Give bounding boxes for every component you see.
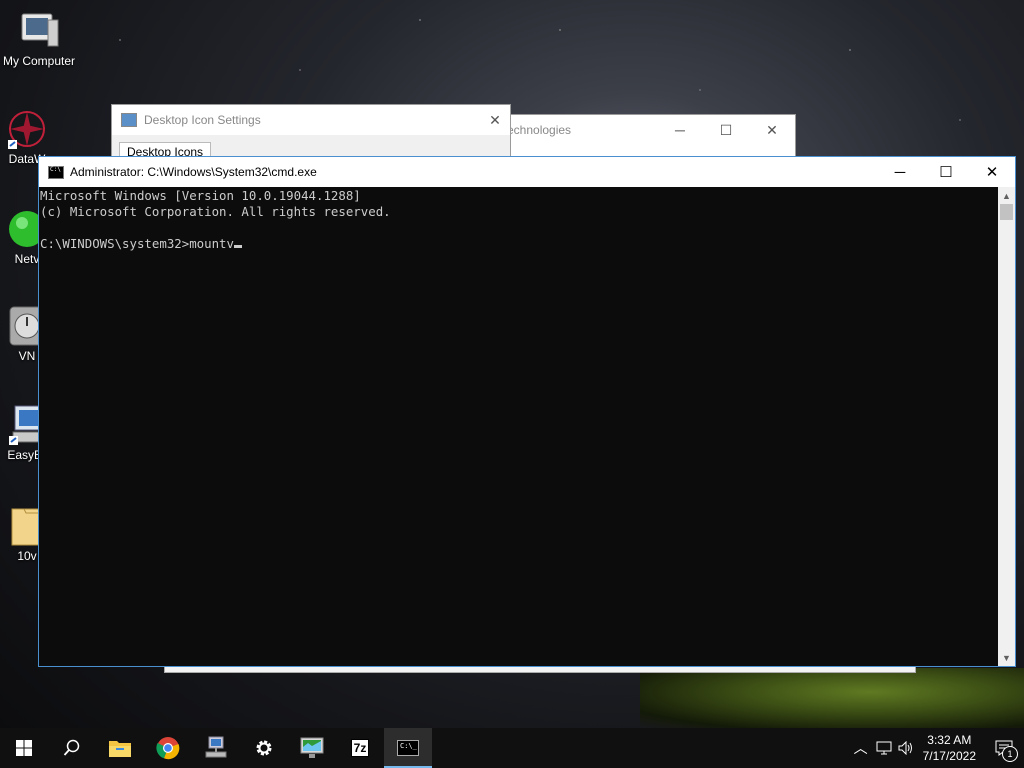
settings-button[interactable]: [240, 728, 288, 768]
background-window-edge: [164, 666, 916, 673]
my-computer-icon: [18, 10, 60, 52]
remote-desktop-button[interactable]: [288, 728, 336, 768]
cmd-icon: [48, 165, 64, 179]
maximize-button[interactable]: ☐: [703, 115, 749, 145]
7zip-button[interactable]: 7z: [336, 728, 384, 768]
console-prompt-line: C:\WINDOWS\system32>mountv: [40, 236, 998, 252]
cmd-window[interactable]: Administrator: C:\Windows\System32\cmd.e…: [38, 156, 1016, 667]
7zip-icon: 7z: [350, 739, 370, 757]
cmd-button[interactable]: C:\_: [384, 728, 432, 768]
close-button[interactable]: ✕: [480, 105, 510, 135]
close-button[interactable]: ✕: [749, 115, 795, 145]
search-icon: [63, 739, 80, 756]
system-tray: ︿ 3:32 AM 7/17/2022 1: [849, 728, 1024, 768]
wallpaper-ground: [640, 668, 1024, 728]
search-button[interactable]: [48, 728, 96, 768]
console-line: Microsoft Windows [Version 10.0.19044.12…: [40, 188, 361, 203]
chevron-up-icon[interactable]: ︿: [849, 738, 873, 758]
console-output[interactable]: Microsoft Windows [Version 10.0.19044.12…: [39, 187, 998, 666]
maximize-button[interactable]: ☐: [923, 157, 969, 187]
vertical-scrollbar[interactable]: ▲ ▼: [998, 187, 1015, 666]
minimize-button[interactable]: ─: [877, 157, 923, 187]
scroll-down-icon[interactable]: ▼: [998, 649, 1015, 666]
start-button[interactable]: [0, 728, 48, 768]
cmd-title-bar[interactable]: Administrator: C:\Windows\System32\cmd.e…: [39, 157, 1015, 187]
computer-network-icon: [205, 736, 227, 758]
file-explorer-button[interactable]: [96, 728, 144, 768]
clock-time: 3:32 AM: [927, 733, 972, 747]
desktop-icon-label: My Computer: [2, 54, 76, 68]
console-line: ​: [40, 220, 998, 236]
chrome-button[interactable]: [144, 728, 192, 768]
folder-icon: [109, 741, 131, 757]
cmd-icon: C:\_: [397, 740, 419, 756]
scroll-thumb[interactable]: [1000, 204, 1013, 220]
console-line: (c) Microsoft Corporation. All rights re…: [40, 204, 391, 219]
network-status-icon[interactable]: [873, 741, 895, 755]
gear-icon: [256, 740, 272, 756]
monitor-icon: [300, 737, 324, 758]
text-cursor: [233, 245, 242, 248]
close-button[interactable]: ✕: [969, 157, 1015, 187]
notification-count-badge: 1: [1002, 746, 1018, 762]
minimize-button[interactable]: ─: [657, 115, 703, 145]
volume-icon[interactable]: [895, 741, 917, 755]
windows-logo-icon: [16, 740, 32, 756]
window-title: echnologies: [507, 123, 572, 137]
chrome-icon: [156, 737, 180, 760]
console-prompt: C:\WINDOWS\system32>mountv: [40, 236, 234, 251]
monitor-icon: [121, 113, 137, 127]
window-title: Desktop Icon Settings: [144, 113, 261, 127]
taskbar: 7z C:\_ ︿ 3:32 AM 7/17/2022 1: [0, 728, 1024, 768]
clock[interactable]: 3:32 AM 7/17/2022: [923, 732, 976, 764]
datawarehouse-icon: [6, 108, 48, 150]
clock-date: 7/17/2022: [922, 749, 976, 763]
technologies-window[interactable]: echnologies ─ ☐ ✕: [480, 114, 796, 160]
cmd-title: Administrator: C:\Windows\System32\cmd.e…: [70, 165, 317, 179]
scroll-up-icon[interactable]: ▲: [998, 187, 1015, 204]
notification-center-button[interactable]: 1: [984, 728, 1024, 768]
desktop-icon-settings-window[interactable]: Desktop Icon Settings ✕ Desktop Icons: [111, 104, 511, 161]
network-tool-button[interactable]: [192, 728, 240, 768]
desktop-icon-my-computer[interactable]: My Computer: [0, 10, 78, 68]
